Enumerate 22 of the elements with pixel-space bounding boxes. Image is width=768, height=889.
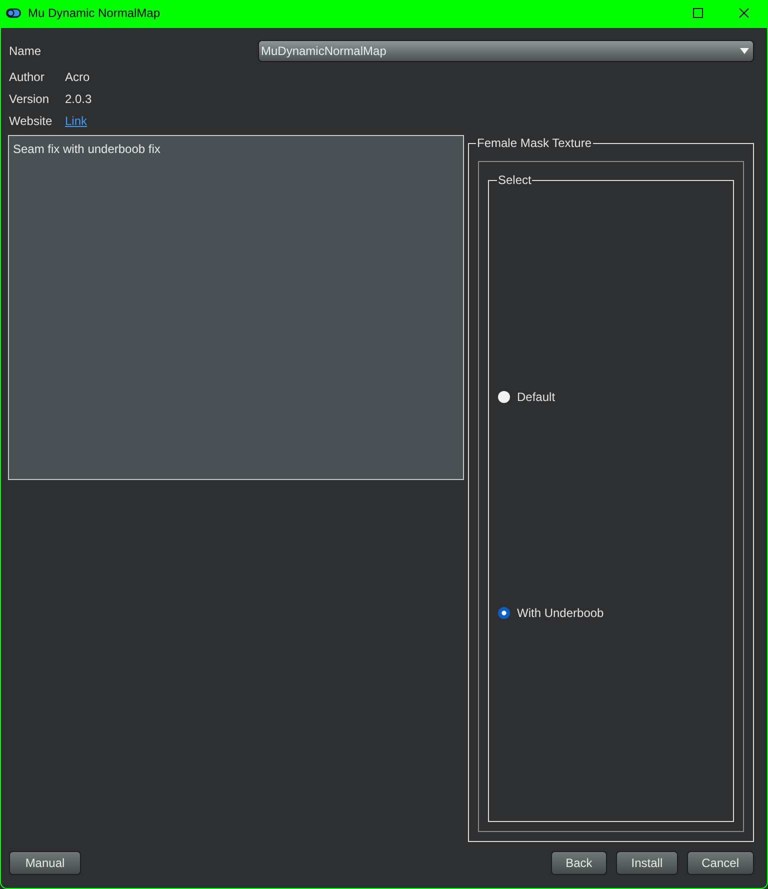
website-link[interactable]: Link: [65, 114, 88, 128]
dialog-button[interactable]: Manual: [9, 851, 81, 875]
group-title: Female Mask Texture: [476, 135, 592, 151]
description-box: Seam fix with underboob fix: [8, 135, 464, 480]
option-group-title: Select: [497, 172, 532, 188]
field-label: Website: [8, 114, 54, 128]
app-icon: [6, 8, 21, 18]
maximize-icon: [693, 8, 703, 18]
field-label: Name: [8, 44, 42, 58]
window-title: Mu Dynamic NormalMap: [28, 6, 160, 20]
caret-icon: [740, 48, 749, 54]
field-value: Acro: [65, 70, 90, 84]
name-dropdown[interactable]: MuDynamicNormalMap: [258, 40, 754, 62]
dialog-button[interactable]: Back: [550, 851, 608, 875]
close-icon: [739, 8, 749, 18]
dialog-button[interactable]: Cancel: [686, 851, 754, 875]
radio-option[interactable]: With Underboob: [498, 605, 604, 621]
field-value: 2.0.3: [65, 92, 92, 106]
dialog-button[interactable]: Install: [616, 851, 678, 875]
field-label: Author: [8, 70, 46, 84]
radio-option[interactable]: Default: [498, 389, 556, 405]
field-label: Version: [8, 92, 50, 106]
